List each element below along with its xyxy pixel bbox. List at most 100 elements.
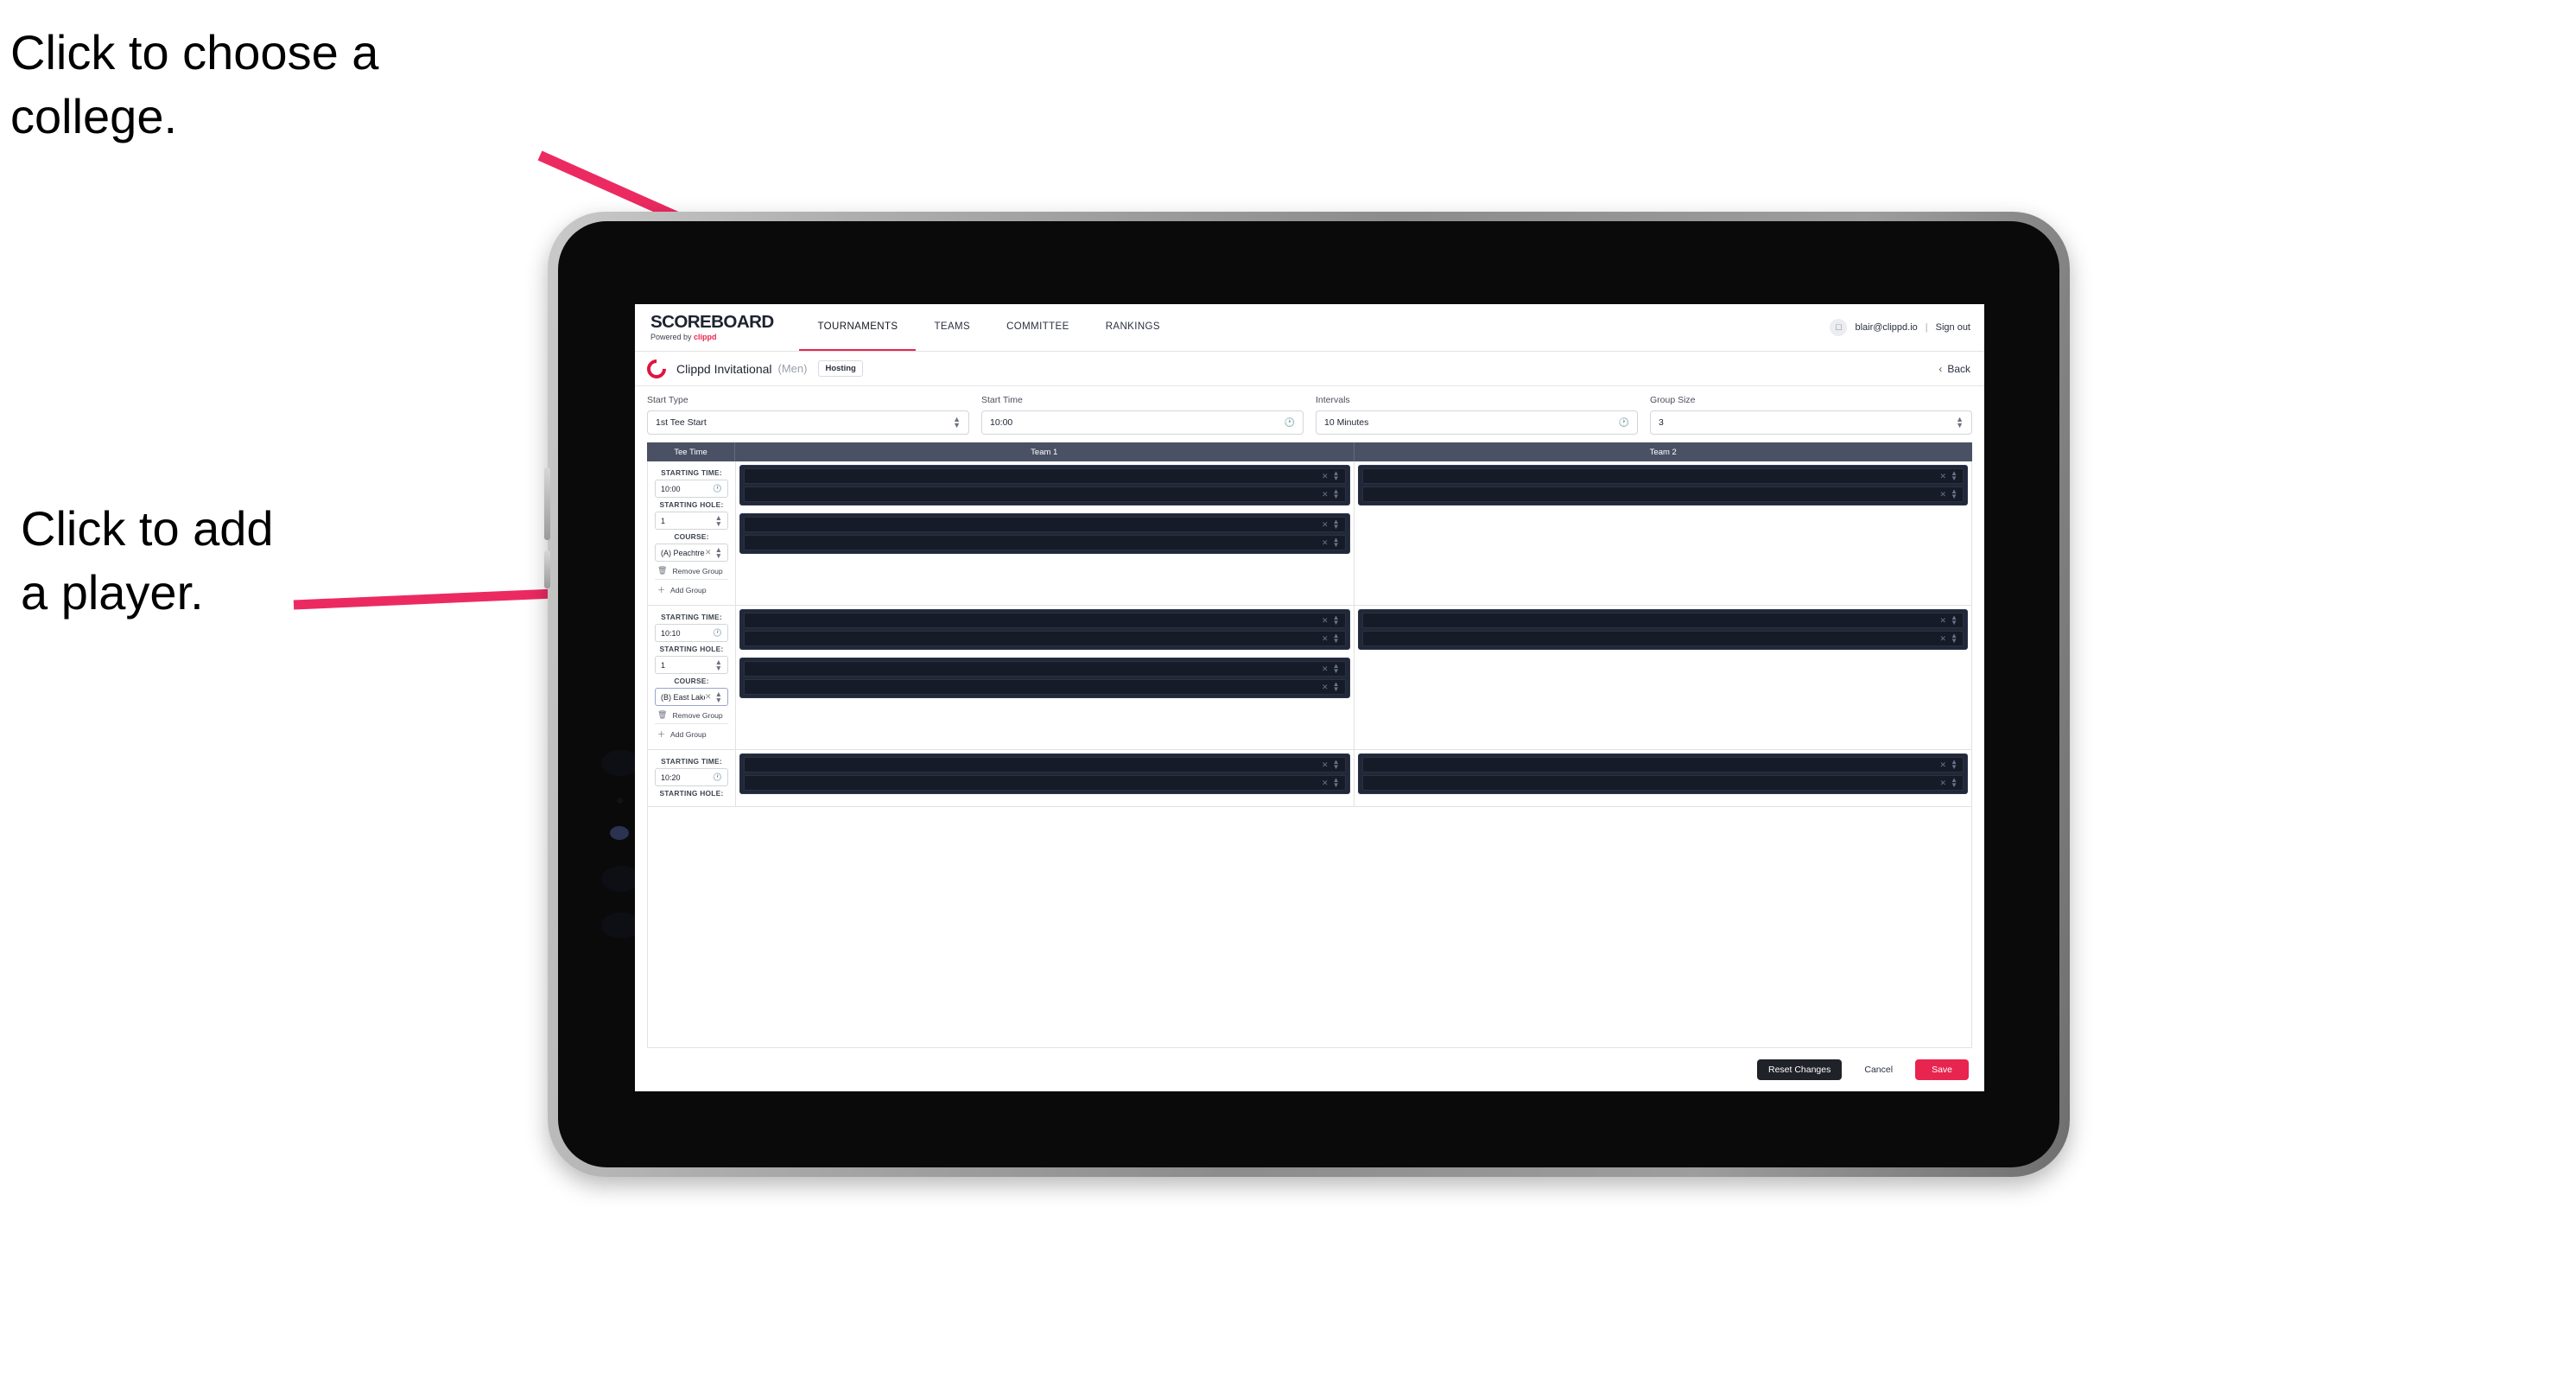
player-slot-row[interactable]: ✕ ▲ ▼ [744, 775, 1346, 791]
player-slot-row[interactable]: ✕ ▲ ▼ [1361, 486, 1964, 502]
clock-icon[interactable]: 🕐 [713, 628, 722, 638]
chevron-updown-icon[interactable]: ▲ ▼ [715, 514, 722, 527]
player-slot-row[interactable]: ✕ ▲ ▼ [744, 661, 1346, 677]
select-course[interactable]: (B) East Lake GC✕▲▼ [655, 688, 728, 706]
back-label: Back [1947, 362, 1970, 375]
volume-up-button[interactable] [544, 467, 550, 540]
player-slot-row[interactable]: ✕ ▲ ▼ [744, 757, 1346, 772]
clock-icon[interactable]: 🕐 [713, 772, 722, 782]
player-slot-row[interactable]: ✕ ▲ ▼ [744, 486, 1346, 502]
chevron-updown-icon[interactable]: ▲ ▼ [1333, 776, 1340, 789]
close-x-icon[interactable]: ✕ [1322, 520, 1329, 530]
field-value: 1 [661, 516, 666, 525]
player-slot-row[interactable]: ✕ ▲ ▼ [744, 468, 1346, 484]
chevron-updown-icon[interactable]: ▲ ▼ [715, 546, 722, 559]
close-x-icon[interactable]: ✕ [705, 692, 712, 702]
close-x-icon[interactable]: ✕ [1940, 760, 1947, 770]
select-group-size[interactable]: 3 ▲ ▼ [1650, 410, 1972, 435]
chevron-updown-icon[interactable]: ▲ ▼ [1333, 662, 1340, 675]
add-group-button[interactable]: ＋ Add Group [655, 580, 728, 599]
player-slot-row[interactable]: ✕ ▲ ▼ [1361, 757, 1964, 772]
chevron-updown-icon[interactable]: ▲ ▼ [715, 690, 722, 703]
input-starting-time[interactable]: 10:10 🕐 [655, 624, 728, 642]
player-slot-row[interactable]: ✕ ▲ ▼ [1361, 631, 1964, 646]
chevron-updown-icon[interactable]: ▲ ▼ [1333, 614, 1340, 626]
player-slot-row[interactable]: ✕ ▲ ▼ [744, 517, 1346, 532]
input-starting-time[interactable]: 10:20 🕐 [655, 768, 728, 786]
plus-icon: ＋ [657, 586, 666, 594]
input-intervals[interactable]: 10 Minutes 🕐 [1316, 410, 1638, 435]
close-x-icon[interactable]: ✕ [1322, 683, 1329, 692]
player-group-panel: ✕ ▲ ▼ ✕ ▲ ▼ [1357, 465, 1968, 505]
reset-changes-button[interactable]: Reset Changes [1756, 1059, 1843, 1081]
save-button[interactable]: Save [1915, 1059, 1969, 1081]
close-x-icon[interactable]: ✕ [1322, 760, 1329, 770]
chevron-updown-icon[interactable]: ▲ ▼ [1951, 758, 1957, 771]
chevron-updown-icon[interactable]: ▲ ▼ [1333, 518, 1340, 531]
remove-group-button[interactable]: 🗑 Remove Group [655, 562, 728, 580]
scoreboard-logo[interactable]: SCOREBOARD Powered by clippd [650, 304, 799, 351]
field-label: STARTING TIME: [661, 757, 722, 766]
volume-down-button[interactable] [544, 550, 550, 588]
close-x-icon[interactable]: ✕ [1940, 472, 1947, 481]
lens-icon [610, 826, 629, 840]
nav-tab-rankings[interactable]: RANKINGS [1088, 304, 1178, 351]
close-x-icon[interactable]: ✕ [1940, 490, 1947, 499]
nav-tab-committee[interactable]: COMMITTEE [988, 304, 1088, 351]
field-label: STARTING TIME: [661, 613, 722, 621]
field-value: (B) East Lake GC [661, 692, 705, 702]
clock-icon[interactable]: 🕐 [713, 484, 722, 493]
close-x-icon[interactable]: ✕ [1322, 616, 1329, 626]
chevron-updown-icon[interactable]: ▲ ▼ [1333, 487, 1340, 500]
label-group-size: Group Size [1650, 395, 1696, 405]
top-navigation-bar: SCOREBOARD Powered by clippd TOURNAMENTS… [635, 304, 1984, 352]
chevron-updown-icon[interactable]: ▲ ▼ [1951, 776, 1957, 789]
add-group-button[interactable]: ＋ Add Group [655, 724, 728, 743]
tournament-bar: Clippd Invitational (Men) Hosting ‹ Back [635, 352, 1984, 386]
close-x-icon[interactable]: ✕ [1940, 779, 1947, 788]
back-button[interactable]: ‹ Back [1938, 363, 1970, 375]
nav-tab-tournaments[interactable]: TOURNAMENTS [799, 304, 917, 351]
chevron-updown-icon[interactable]: ▲ ▼ [1951, 614, 1957, 626]
input-starting-time[interactable]: 10:00 🕐 [655, 480, 728, 498]
chevron-updown-icon[interactable]: ▲ ▼ [1951, 632, 1957, 645]
chevron-updown-icon[interactable]: ▲ ▼ [1333, 469, 1340, 482]
user-avatar-icon[interactable]: ☐ [1830, 319, 1848, 336]
player-slot-row[interactable]: ✕ ▲ ▼ [1361, 613, 1964, 628]
chevron-updown-icon[interactable]: ▲ ▼ [1333, 758, 1340, 771]
brand-name: SCOREBOARD [650, 313, 774, 332]
chevron-updown-icon[interactable]: ▲ ▼ [1333, 536, 1340, 549]
value-start-time: 10:00 [990, 417, 1013, 428]
close-x-icon[interactable]: ✕ [1322, 538, 1329, 548]
player-slot-row[interactable]: ✕ ▲ ▼ [744, 631, 1346, 646]
player-slot-row[interactable]: ✕ ▲ ▼ [1361, 775, 1964, 791]
chevron-updown-icon[interactable]: ▲ ▼ [1951, 487, 1957, 500]
chevron-updown-icon[interactable]: ▲ ▼ [1951, 469, 1957, 482]
player-slot-row[interactable]: ✕ ▲ ▼ [744, 613, 1346, 628]
close-x-icon[interactable]: ✕ [1322, 664, 1329, 674]
cancel-button[interactable]: Cancel [1853, 1059, 1904, 1081]
close-x-icon[interactable]: ✕ [1322, 490, 1329, 499]
input-starting-hole[interactable]: 1 ▲ ▼ [655, 656, 728, 674]
input-start-time[interactable]: 10:00 🕐 [981, 410, 1304, 435]
input-starting-hole[interactable]: 1 ▲ ▼ [655, 512, 728, 530]
player-slot-row[interactable]: ✕ ▲ ▼ [744, 535, 1346, 550]
close-x-icon[interactable]: ✕ [1322, 634, 1329, 644]
close-x-icon[interactable]: ✕ [1322, 472, 1329, 481]
sign-out-link[interactable]: Sign out [1936, 322, 1970, 333]
player-slot-row[interactable]: ✕ ▲ ▼ [744, 679, 1346, 695]
chevron-updown-icon[interactable]: ▲ ▼ [1333, 632, 1340, 645]
remove-group-button[interactable]: 🗑 Remove Group [655, 706, 728, 724]
account-area: ☐ blair@clippd.io | Sign out [1830, 304, 1970, 351]
player-slot-row[interactable]: ✕ ▲ ▼ [1361, 468, 1964, 484]
chevron-updown-icon[interactable]: ▲ ▼ [715, 658, 722, 671]
close-x-icon[interactable]: ✕ [1940, 634, 1947, 644]
close-x-icon[interactable]: ✕ [705, 548, 712, 557]
select-start-type[interactable]: 1st Tee Start ▲ ▼ [647, 410, 969, 435]
close-x-icon[interactable]: ✕ [1322, 779, 1329, 788]
nav-tab-teams[interactable]: TEAMS [916, 304, 988, 351]
select-course[interactable]: (A) Peachtree GC✕▲▼ [655, 544, 728, 562]
close-x-icon[interactable]: ✕ [1940, 616, 1947, 626]
field-value: 10:00 [661, 484, 681, 493]
chevron-updown-icon[interactable]: ▲ ▼ [1333, 680, 1340, 693]
